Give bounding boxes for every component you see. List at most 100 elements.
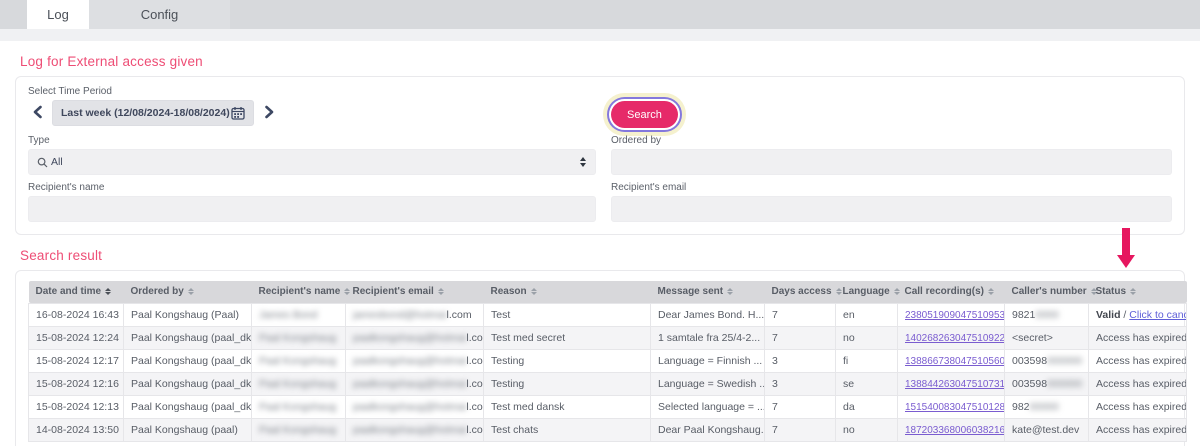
cell-caller-number: <secret> bbox=[1005, 326, 1089, 349]
cell-reason: Test med secret bbox=[484, 326, 651, 349]
sort-icon bbox=[894, 288, 900, 295]
call-recording-link[interactable]: 1872033680060382169 bbox=[905, 425, 1005, 436]
cell-ordered-by: Paal Kongshaug (paal) bbox=[124, 418, 252, 441]
cell-recipient-name: Paal Kongshaug bbox=[252, 372, 346, 395]
column-header-status[interactable]: Status bbox=[1089, 281, 1187, 303]
results-table: Date and timeOrdered byRecipient's nameR… bbox=[28, 281, 1187, 442]
cell-message: Dear Paal Kongshaug... bbox=[651, 418, 765, 441]
time-period-label: Select Time Period bbox=[28, 86, 596, 97]
table-header-row: Date and timeOrdered byRecipient's nameR… bbox=[29, 281, 1187, 303]
call-recording-link[interactable]: 2380519090475109532 bbox=[905, 310, 1005, 321]
log-section-heading: Log for External access given bbox=[20, 54, 1185, 69]
ordered-by-input[interactable] bbox=[611, 149, 1172, 175]
cell-date: 15-08-2024 12:24 bbox=[29, 326, 124, 349]
page-content: Log for External access given Select Tim… bbox=[0, 54, 1200, 446]
cell-language: no bbox=[836, 418, 898, 441]
search-result-heading: Search result bbox=[20, 248, 1185, 263]
calendar-icon bbox=[231, 106, 245, 120]
cell-ordered-by: Paal Kongshaug (paal_dk) bbox=[124, 372, 252, 395]
sort-icon bbox=[727, 288, 733, 295]
sort-icon bbox=[531, 288, 537, 295]
tab-log[interactable]: Log bbox=[27, 0, 89, 29]
sort-icon bbox=[188, 288, 194, 295]
ordered-by-label: Ordered by bbox=[611, 135, 1172, 146]
cell-recipient-email: paalkongshaug@hotmail.com bbox=[346, 349, 484, 372]
time-period-input[interactable]: Last week (12/08/2024-18/08/2024) bbox=[52, 100, 254, 126]
cell-date: 15-08-2024 12:17 bbox=[29, 349, 124, 372]
column-header-ordered-by[interactable]: Ordered by bbox=[124, 281, 252, 303]
cell-call-recording: 1388667380475105603 bbox=[898, 349, 1005, 372]
column-header-call-recording-s-[interactable]: Call recording(s) bbox=[898, 281, 1005, 303]
tab-bar: Log Config bbox=[0, 0, 1200, 29]
cell-language: no bbox=[836, 326, 898, 349]
cell-reason: Test chats bbox=[484, 418, 651, 441]
status-valid-text: Valid bbox=[1096, 309, 1121, 321]
cell-date: 16-08-2024 16:43 bbox=[29, 303, 124, 326]
recipient-email-field: Recipient's email bbox=[611, 182, 1172, 222]
previous-period-button[interactable] bbox=[28, 100, 46, 126]
cell-call-recording: 1388442630475107310 bbox=[898, 372, 1005, 395]
cell-language: da bbox=[836, 395, 898, 418]
sort-icon bbox=[836, 288, 842, 295]
column-header-language[interactable]: Language bbox=[836, 281, 898, 303]
column-header-caller-s-number[interactable]: Caller's number bbox=[1005, 281, 1089, 303]
cell-ordered-by: Paal Kongshaug (Paal) bbox=[124, 303, 252, 326]
call-recording-link[interactable]: 1388667380475105603 bbox=[905, 356, 1005, 367]
cell-caller-number: 003598000000 bbox=[1005, 349, 1089, 372]
call-recording-link[interactable]: 1515400830475101282 bbox=[905, 402, 1005, 413]
column-header-reason[interactable]: Reason bbox=[484, 281, 651, 303]
sort-icon bbox=[344, 288, 350, 295]
search-button[interactable]: Search bbox=[611, 101, 678, 128]
cell-ordered-by: Paal Kongshaug (paal_dk) bbox=[124, 326, 252, 349]
search-icon bbox=[37, 157, 48, 168]
search-result-panel: Date and timeOrdered byRecipient's nameR… bbox=[15, 270, 1185, 446]
cell-days-access: 7 bbox=[765, 326, 836, 349]
cell-date: 14-08-2024 13:50 bbox=[29, 418, 124, 441]
cell-days-access: 3 bbox=[765, 349, 836, 372]
column-header-date-and-time[interactable]: Date and time bbox=[29, 281, 124, 303]
cell-caller-number: 98210000 bbox=[1005, 303, 1089, 326]
cell-recipient-email: paalkongshaug@hotmail.com bbox=[346, 418, 484, 441]
cell-message: Language = Swedish ... bbox=[651, 372, 765, 395]
cell-caller-number: 003598000000 bbox=[1005, 372, 1089, 395]
cell-recipient-email: paalkongshaug@hotmail.com bbox=[346, 372, 484, 395]
recipient-email-label: Recipient's email bbox=[611, 182, 1172, 193]
cell-language: en bbox=[836, 303, 898, 326]
click-to-cancel-link[interactable]: Click to cancel bbox=[1129, 309, 1186, 321]
chevron-left-icon bbox=[32, 105, 43, 122]
cell-ordered-by: Paal Kongshaug (paal_dk) bbox=[124, 395, 252, 418]
time-period-field: Select Time Period Last week (12/08/2024… bbox=[28, 86, 596, 128]
cell-recipient-name: Paal Kongshaug bbox=[252, 349, 346, 372]
type-select[interactable]: All bbox=[28, 149, 596, 175]
type-selected-value: All bbox=[51, 156, 63, 168]
recipient-name-field: Recipient's name bbox=[28, 182, 596, 222]
cell-reason: Test med dansk bbox=[484, 395, 651, 418]
tab-config[interactable]: Config bbox=[89, 0, 230, 29]
column-header-recipient-s-name[interactable]: Recipient's name bbox=[252, 281, 346, 303]
cell-status: Access has expired bbox=[1089, 395, 1187, 418]
cell-message: Selected language = ... bbox=[651, 395, 765, 418]
cell-message: Dear James Bond. H... bbox=[651, 303, 765, 326]
table-row: 14-08-2024 13:50 Paal Kongshaug (paal) P… bbox=[29, 418, 1187, 441]
call-recording-link[interactable]: 1402682630475109221 bbox=[905, 333, 1005, 344]
call-recording-link[interactable]: 1388442630475107310 bbox=[905, 379, 1005, 390]
cell-status: Access has expired bbox=[1089, 372, 1187, 395]
cell-call-recording: 1402682630475109221 bbox=[898, 326, 1005, 349]
next-period-button[interactable] bbox=[260, 100, 278, 126]
cell-recipient-email: jamesbond@hotmail.com bbox=[346, 303, 484, 326]
recipient-email-input[interactable] bbox=[611, 196, 1172, 222]
cell-call-recording: 1872033680060382169 bbox=[898, 418, 1005, 441]
cell-recipient-name: Paal Kongshaug bbox=[252, 326, 346, 349]
cell-days-access: 7 bbox=[765, 395, 836, 418]
cell-ordered-by: Paal Kongshaug (paal_dk) bbox=[124, 349, 252, 372]
cell-reason: Testing bbox=[484, 372, 651, 395]
recipient-name-input[interactable] bbox=[28, 196, 596, 222]
cell-message: Language = Finnish ... bbox=[651, 349, 765, 372]
cell-recipient-email: paalkongshaug@hotmail.com bbox=[346, 326, 484, 349]
cell-reason: Testing bbox=[484, 349, 651, 372]
column-header-days-access[interactable]: Days access bbox=[765, 281, 836, 303]
table-row: 15-08-2024 12:24 Paal Kongshaug (paal_dk… bbox=[29, 326, 1187, 349]
column-header-recipient-s-email[interactable]: Recipient's email bbox=[346, 281, 484, 303]
column-header-message-sent[interactable]: Message sent bbox=[651, 281, 765, 303]
sort-icon bbox=[438, 288, 444, 295]
